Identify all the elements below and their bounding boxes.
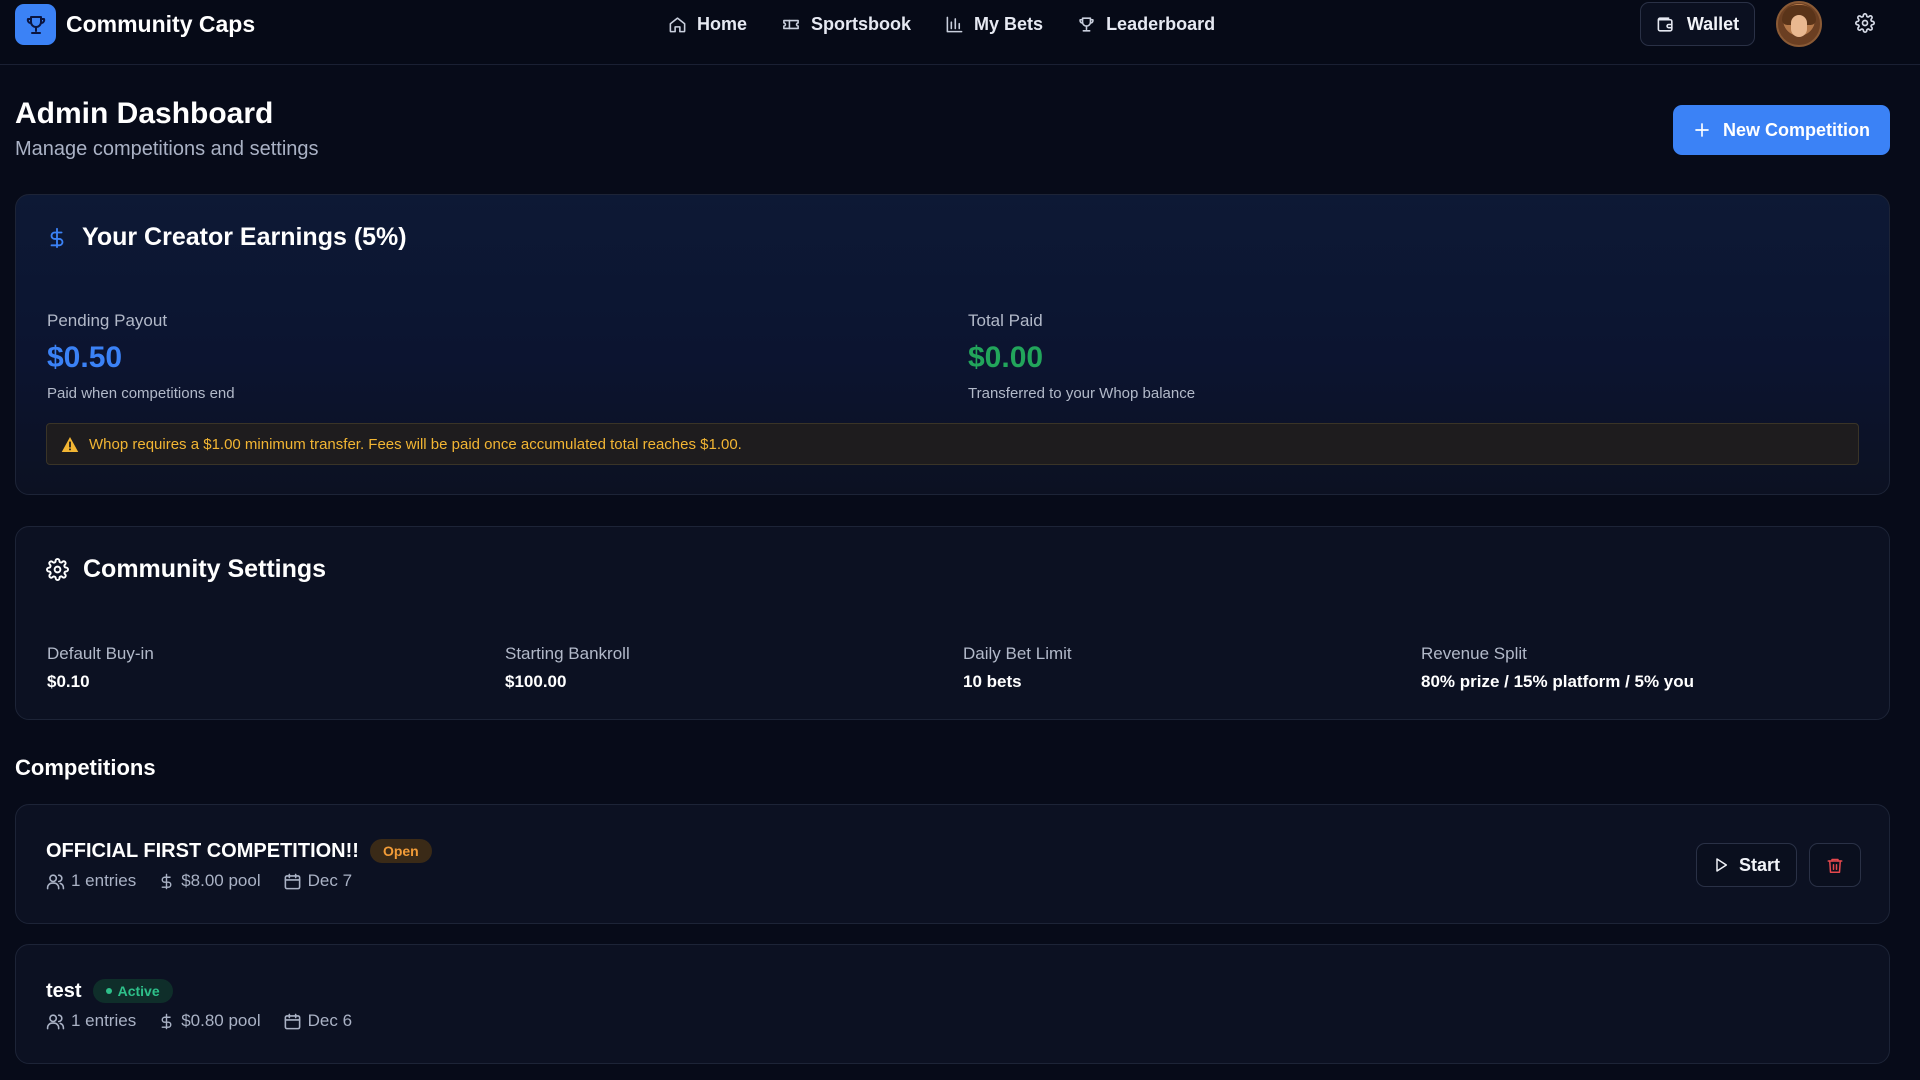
status-badge: Open	[369, 839, 432, 863]
nav-item-label: Leaderboard	[1106, 13, 1216, 34]
earnings-title: Your Creator Earnings (5%)	[82, 223, 407, 251]
total-paid-note: Transferred to your Whop balance	[968, 385, 1196, 402]
users-icon	[46, 872, 65, 891]
calendar-icon	[283, 1012, 302, 1031]
calendar-icon	[283, 872, 302, 891]
competition-date: Dec 6	[307, 1011, 353, 1030]
home-icon	[668, 15, 687, 34]
gear-icon	[46, 558, 69, 581]
new-competition-label: New Competition	[1723, 119, 1870, 140]
competition-name: test	[46, 979, 82, 1002]
nav-item-label: Home	[697, 13, 748, 34]
dollar-icon	[46, 225, 68, 251]
competitions-heading: Competitions	[15, 755, 156, 780]
competition-date: Dec 7	[307, 871, 353, 890]
dollar-icon	[158, 872, 175, 891]
entries-count: 1 entries	[71, 871, 137, 890]
wallet-icon	[1656, 15, 1675, 34]
competition-meta: 1 entries $8.00 pool Dec 7	[46, 871, 374, 891]
trophy-icon	[1077, 15, 1096, 34]
entries-count: 1 entries	[71, 1011, 137, 1030]
setting-value: 10 bets	[963, 672, 1022, 691]
new-competition-button[interactable]: New Competition	[1673, 105, 1890, 155]
page-title: Admin Dashboard	[15, 97, 274, 130]
setting-value: $100.00	[505, 672, 567, 691]
nav-item-leaderboard[interactable]: Leaderboard	[1077, 14, 1215, 35]
delete-button[interactable]	[1809, 843, 1861, 887]
top-navigation-bar: Community Caps Home Sportsbook My Bets L…	[0, 0, 1920, 65]
competition-name: OFFICIAL FIRST COMPETITION!!	[46, 839, 359, 862]
minimum-transfer-warning: Whop requires a $1.00 minimum transfer. …	[46, 423, 1859, 465]
warning-text: Whop requires a $1.00 minimum transfer. …	[89, 435, 742, 453]
nav-item-sportsbook[interactable]: Sportsbook	[781, 14, 911, 35]
setting-daily-bet-limit: Daily Bet Limit 10 bets	[963, 644, 1072, 692]
setting-revenue-split: Revenue Split 80% prize / 15% platform /…	[1421, 644, 1694, 692]
dollar-icon	[158, 1012, 175, 1031]
trophy-icon	[15, 4, 56, 45]
competition-meta: 1 entries $0.80 pool Dec 6	[46, 1011, 374, 1031]
setting-label: Starting Bankroll	[505, 644, 630, 663]
play-icon	[1713, 856, 1729, 874]
pending-payout-label: Pending Payout	[47, 311, 168, 330]
nav-item-home[interactable]: Home	[668, 14, 747, 35]
pending-payout-note: Paid when competitions end	[47, 385, 235, 402]
pool-amount: $8.00 pool	[181, 871, 261, 890]
nav-item-my-bets[interactable]: My Bets	[945, 14, 1043, 35]
total-paid-value: $0.00	[968, 341, 1044, 374]
plus-icon	[1693, 121, 1711, 139]
start-label: Start	[1738, 854, 1780, 875]
users-icon	[46, 1012, 65, 1031]
avatar[interactable]	[1776, 1, 1822, 47]
total-paid-label: Total Paid	[968, 311, 1043, 330]
status-dot-icon	[105, 988, 112, 994]
competition-row[interactable]: OFFICIAL FIRST COMPETITION!! Open 1 entr…	[15, 804, 1890, 924]
page-subtitle: Manage competitions and settings	[15, 138, 319, 160]
pending-payout-value: $0.50	[47, 341, 123, 374]
setting-default-buy-in: Default Buy-in $0.10	[47, 644, 154, 692]
main-nav: Home Sportsbook My Bets Leaderboard	[668, 0, 1249, 48]
competition-row[interactable]: test Active 1 entries $0.80 pool Dec 6	[15, 944, 1890, 1064]
status-badge: Active	[92, 979, 173, 1003]
wallet-label: Wallet	[1686, 13, 1740, 34]
settings-heading: Community Settings	[46, 555, 326, 584]
setting-value: 80% prize / 15% platform / 5% you	[1421, 672, 1695, 691]
setting-starting-bankroll: Starting Bankroll $100.00	[505, 644, 630, 692]
earnings-heading: Your Creator Earnings (5%)	[46, 223, 407, 252]
setting-label: Revenue Split	[1421, 644, 1527, 663]
brand[interactable]: Community Caps	[15, 4, 255, 45]
setting-value: $0.10	[47, 672, 90, 691]
wallet-button[interactable]: Wallet	[1640, 2, 1755, 46]
setting-label: Default Buy-in	[47, 644, 154, 663]
warning-icon	[61, 436, 79, 453]
brand-name: Community Caps	[66, 11, 256, 37]
community-settings-card: Community Settings Default Buy-in $0.10 …	[15, 526, 1890, 720]
nav-item-label: My Bets	[974, 13, 1044, 34]
bar-chart-icon	[945, 15, 964, 34]
start-button[interactable]: Start	[1696, 843, 1797, 887]
setting-label: Daily Bet Limit	[963, 644, 1072, 663]
pending-payout: Pending Payout $0.50 Paid when competiti…	[47, 311, 235, 402]
total-paid: Total Paid $0.00 Transferred to your Who…	[968, 311, 1195, 402]
creator-earnings-card: Your Creator Earnings (5%) Pending Payou…	[15, 194, 1890, 495]
nav-item-label: Sportsbook	[811, 13, 912, 34]
trash-icon	[1826, 856, 1844, 875]
ticket-icon	[781, 15, 801, 34]
settings-gear-icon[interactable]	[1855, 13, 1875, 33]
settings-title: Community Settings	[83, 555, 327, 583]
pool-amount: $0.80 pool	[181, 1011, 261, 1030]
